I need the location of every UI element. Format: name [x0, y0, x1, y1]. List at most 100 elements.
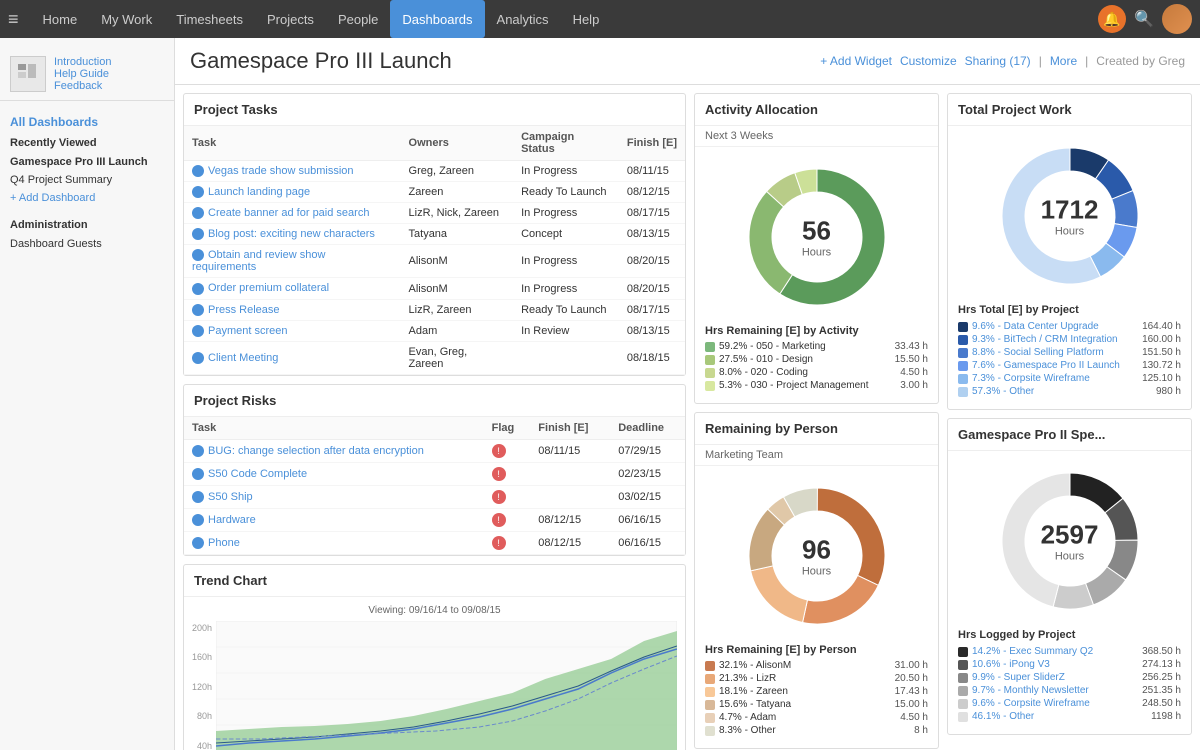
legend-value: 130.72 h [1142, 360, 1181, 371]
legend-link[interactable]: 9.3% - BitTech / CRM Integration [972, 334, 1118, 345]
task-col-header: Task [184, 126, 401, 161]
legend-item: 8.0% - 020 - Coding 4.50 h [705, 367, 928, 378]
add-dashboard-link[interactable]: + Add Dashboard [0, 189, 174, 207]
nav-people[interactable]: People [326, 0, 390, 38]
legend-link[interactable]: 9.6% - Corpsite Wireframe [972, 698, 1090, 709]
legend-value: 31.00 h [895, 660, 928, 671]
more-link[interactable]: More [1050, 54, 1077, 68]
legend-link[interactable]: 9.9% - Super SliderZ [972, 672, 1065, 683]
legend-item: 27.5% - 010 - Design 15.50 h [705, 354, 928, 365]
legend-link[interactable]: 9.6% - Data Center Upgrade [972, 321, 1099, 332]
recently-viewed-title: Recently Viewed [0, 133, 174, 153]
legend-value: 15.50 h [895, 354, 928, 365]
legend-link[interactable]: 8.8% - Social Selling Platform [972, 347, 1104, 358]
task-row: Create banner ad for paid search LizR, N… [184, 203, 685, 224]
legend-color [705, 687, 715, 697]
risk-task-link[interactable]: Phone [208, 537, 240, 549]
task-link[interactable]: Create banner ad for paid search [208, 207, 369, 219]
legend-color [958, 673, 968, 683]
task-link[interactable]: Blog post: exciting new characters [208, 228, 375, 240]
add-widget-link[interactable]: + Add Widget [820, 54, 892, 68]
legend-value: 125.10 h [1142, 373, 1181, 384]
hamburger-menu[interactable]: ≡ [8, 9, 19, 30]
legend-link[interactable]: 7.3% - Corpsite Wireframe [972, 373, 1090, 384]
more-separator2: | [1085, 54, 1088, 68]
task-link[interactable]: Payment screen [208, 325, 287, 337]
legend-value: 8 h [914, 725, 928, 736]
project-risks-header: Project Risks [184, 385, 685, 417]
search-icon[interactable]: 🔍 [1134, 9, 1154, 29]
legend-value: 3.00 h [900, 380, 928, 391]
risk-task-link[interactable]: S50 Code Complete [208, 468, 307, 480]
legend-value: 33.43 h [895, 341, 928, 352]
legend-item: 5.3% - 030 - Project Management 3.00 h [705, 380, 928, 391]
owners-col-header: Owners [401, 126, 514, 161]
sidebar-item-dashboard-guests[interactable]: Dashboard Guests [0, 235, 174, 253]
legend-color [958, 660, 968, 670]
risk-task-link[interactable]: Hardware [208, 514, 256, 526]
page-header: Gamespace Pro III Launch + Add Widget Cu… [175, 38, 1200, 85]
nav-mywork[interactable]: My Work [89, 0, 164, 38]
sidebar-item-q4[interactable]: Q4 Project Summary [0, 171, 174, 189]
sidebar-item-gamespace[interactable]: Gamespace Pro III Launch [0, 153, 174, 171]
legend-link[interactable]: 46.1% - Other [972, 711, 1034, 722]
legend-value: 164.40 h [1142, 321, 1181, 332]
trend-chart-widget: Trend Chart Viewing: 09/16/14 to 09/08/1… [183, 564, 686, 750]
nav-home[interactable]: Home [31, 0, 90, 38]
task-link[interactable]: Client Meeting [208, 352, 278, 364]
task-link[interactable]: Vegas trade show submission [208, 165, 354, 177]
legend-item: 8.8% - Social Selling Platform 151.50 h [958, 347, 1181, 358]
total-work-donut-container: 1712 Hours [948, 126, 1191, 299]
legend-value: 15.00 h [895, 699, 928, 710]
legend-item: 7.6% - Gamespace Pro II Launch 130.72 h [958, 360, 1181, 371]
task-link[interactable]: Obtain and review show requirements [192, 249, 325, 273]
legend-item: 21.3% - LizR 20.50 h [705, 673, 928, 684]
risk-task-link[interactable]: BUG: change selection after data encrypt… [208, 445, 424, 457]
more-separator: | [1039, 54, 1042, 68]
user-avatar[interactable] [1162, 4, 1192, 34]
legend-link[interactable]: 10.6% - iPong V3 [972, 659, 1050, 670]
remaining-header: Remaining by Person [695, 413, 938, 445]
risk-row: Hardware ! 08/12/15 06/16/15 [184, 508, 685, 531]
customize-link[interactable]: Customize [900, 54, 957, 68]
nav-analytics[interactable]: Analytics [485, 0, 561, 38]
legend-link[interactable]: 57.3% - Other [972, 386, 1034, 397]
nav-items: Home My Work Timesheets Projects People … [31, 0, 1099, 38]
legend-color [705, 700, 715, 710]
task-link[interactable]: Press Release [208, 304, 280, 316]
feedback-link[interactable]: Feedback [54, 80, 111, 92]
risk-flag-header: Flag [484, 417, 531, 440]
notification-icon[interactable]: 🔔 [1098, 5, 1126, 33]
task-row: Launch landing page Zareen Ready To Laun… [184, 182, 685, 203]
sharing-link[interactable]: Sharing (17) [965, 54, 1031, 68]
created-by: Created by Greg [1096, 54, 1185, 68]
nav-help[interactable]: Help [561, 0, 612, 38]
gamespace-ii-hours: 2597 [1041, 520, 1099, 551]
introduction-link[interactable]: Introduction [54, 56, 111, 68]
total-work-header: Total Project Work [948, 94, 1191, 126]
legend-link[interactable]: 9.7% - Monthly Newsletter [972, 685, 1089, 696]
nav-projects[interactable]: Projects [255, 0, 326, 38]
all-dashboards-title[interactable]: All Dashboards [0, 109, 174, 133]
legend-color [958, 712, 968, 722]
legend-link[interactable]: 14.2% - Exec Summary Q2 [972, 646, 1093, 657]
total-work-legend-title: Hrs Total [E] by Project [958, 304, 1181, 316]
task-link[interactable]: Launch landing page [208, 186, 310, 198]
task-link[interactable]: Order premium collateral [208, 282, 329, 294]
activity-donut-container: 56 Hours [695, 147, 938, 320]
legend-value: 151.50 h [1142, 347, 1181, 358]
nav-dashboards[interactable]: Dashboards [390, 0, 484, 38]
total-work-donut: 1712 Hours [995, 141, 1145, 291]
help-guide-link[interactable]: Help Guide [54, 68, 111, 80]
legend-color [958, 361, 968, 371]
page-header-actions: + Add Widget Customize Sharing (17) | Mo… [820, 54, 1185, 68]
risk-task-link[interactable]: S50 Ship [208, 491, 253, 503]
risk-deadline-header: Deadline [610, 417, 685, 440]
legend-color [958, 374, 968, 384]
legend-link[interactable]: 7.6% - Gamespace Pro II Launch [972, 360, 1120, 371]
trend-chart-area: Viewing: 09/16/14 to 09/08/15 200h160h12… [184, 597, 685, 750]
legend-value: 368.50 h [1142, 646, 1181, 657]
nav-timesheets[interactable]: Timesheets [164, 0, 255, 38]
activity-hours: 56 [802, 216, 831, 247]
trend-chart-header: Trend Chart [184, 565, 685, 597]
